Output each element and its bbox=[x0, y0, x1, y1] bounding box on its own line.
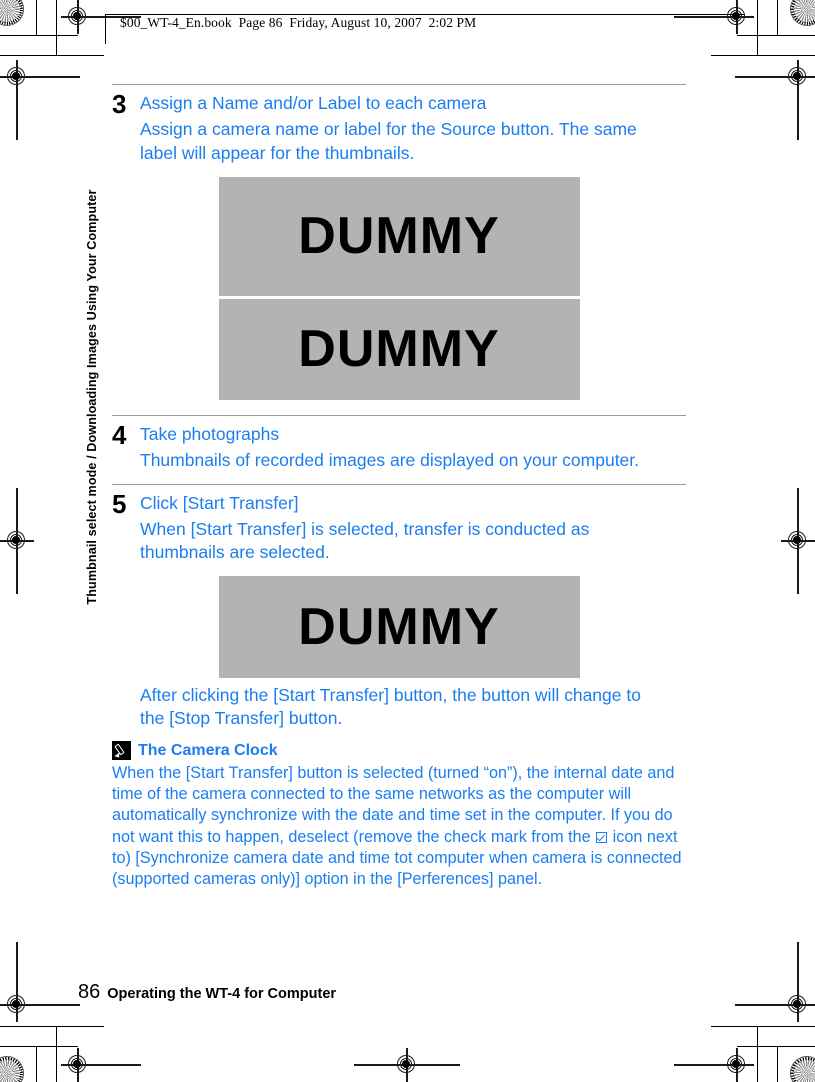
note-title: The Camera Clock bbox=[138, 741, 278, 759]
crop-mark-br-h2 bbox=[711, 1026, 815, 1028]
crop-mark-tl-v2 bbox=[56, 0, 58, 56]
registration-target-bottom-center bbox=[354, 1048, 460, 1082]
registration-target-bottom-right bbox=[674, 1048, 754, 1082]
step-4-number: 4 bbox=[112, 419, 127, 450]
reg-dot bbox=[793, 72, 801, 80]
print-header-text: $00_WT-4_En.book Page 86 Friday, August … bbox=[120, 15, 477, 30]
reg-dot bbox=[12, 72, 20, 80]
after-figure-text: After clicking the [Start Transfer] butt… bbox=[140, 684, 641, 728]
step-4: 4 Take photographs Thumbnails of recorde… bbox=[112, 421, 686, 473]
crop-mark-tr-v1 bbox=[777, 0, 779, 36]
checkbox-checked-icon bbox=[596, 831, 608, 843]
reg-dot bbox=[732, 1060, 740, 1068]
crop-mark-tl-v1 bbox=[36, 0, 38, 36]
crop-mark-bl-h2 bbox=[0, 1026, 104, 1028]
registration-rosette-top-right bbox=[790, 0, 815, 26]
reg-dot bbox=[402, 1060, 410, 1068]
registration-target-right-middle bbox=[781, 488, 815, 594]
crop-mark-bl-v2 bbox=[56, 1026, 58, 1082]
reg-dot bbox=[793, 1000, 801, 1008]
step-5-description: When [Start Transfer] is selected, trans… bbox=[140, 518, 590, 563]
figure-group-step-5: DUMMY bbox=[112, 575, 686, 678]
note-header: The Camera Clock bbox=[112, 741, 686, 761]
reg-dot bbox=[12, 536, 20, 544]
step-3-body: Assign a Name and/or Label to each camer… bbox=[140, 90, 686, 165]
footer-page-number: 86 bbox=[78, 981, 101, 1003]
crop-mark-tr-h2 bbox=[711, 55, 815, 57]
registration-rosette-bottom-right bbox=[790, 1056, 815, 1082]
registration-target-lower-right-side bbox=[735, 942, 815, 1022]
registration-target-upper-right-side bbox=[735, 60, 815, 140]
registration-rosette-bottom-left bbox=[0, 1056, 24, 1082]
page-canvas: $00_WT-4_En.book Page 86 Friday, August … bbox=[0, 0, 815, 1082]
step-4-title: Take photographs bbox=[140, 423, 280, 444]
registration-target-lower-left-side bbox=[0, 942, 80, 1022]
print-header-rule-left bbox=[105, 14, 107, 44]
registration-target-top-right bbox=[674, 0, 754, 34]
page-content: 3 Assign a Name and/or Label to each cam… bbox=[112, 84, 686, 890]
page-footer: 86 Operating the WT-4 for Computer bbox=[78, 981, 336, 1004]
figure-thumbnail-1: DUMMY bbox=[218, 176, 580, 296]
registration-target-upper-left-side bbox=[0, 60, 80, 140]
registration-target-top-left bbox=[61, 0, 141, 34]
step-3-number: 3 bbox=[112, 89, 127, 119]
registration-rosette-top-left bbox=[0, 0, 24, 26]
note-body: When the [Start Transfer] button is sele… bbox=[112, 763, 690, 890]
step-5-number: 5 bbox=[112, 488, 127, 519]
step-4-description: Thumbnails of recorded images are displa… bbox=[140, 450, 640, 471]
crop-mark-br-v1 bbox=[777, 1046, 779, 1082]
crop-mark-bl-v1 bbox=[36, 1046, 38, 1082]
figure-thumbnail-2: DUMMY bbox=[218, 298, 580, 400]
figure-thumbnail-3: DUMMY bbox=[218, 575, 580, 678]
crop-mark-tr-v2 bbox=[757, 0, 759, 56]
crop-mark-tl-h2 bbox=[0, 55, 104, 57]
reg-dot bbox=[12, 1000, 20, 1008]
reg-dot bbox=[793, 536, 801, 544]
registration-target-bottom-left bbox=[61, 1048, 141, 1082]
crop-mark-br-v2 bbox=[757, 1026, 759, 1082]
step-3-description: Assign a camera name or label for the So… bbox=[140, 119, 637, 163]
pencil-icon bbox=[112, 741, 131, 761]
divider-above-step-4 bbox=[112, 414, 686, 416]
side-tab-label: Thumbnail select mode / Downloading Imag… bbox=[85, 189, 99, 605]
step-4-body: Take photographs Thumbnails of recorded … bbox=[140, 421, 686, 473]
figure-group-step-3: DUMMY DUMMY bbox=[112, 176, 686, 400]
step-3: 3 Assign a Name and/or Label to each cam… bbox=[112, 90, 686, 165]
note-text-part-1: When the [Start Transfer] button is sele… bbox=[112, 764, 675, 846]
step-5-title: Click [Start Transfer] bbox=[140, 492, 299, 513]
step-5: 5 Click [Start Transfer] When [Start Tra… bbox=[112, 490, 686, 565]
step-5-body: Click [Start Transfer] When [Start Trans… bbox=[140, 490, 686, 565]
footer-title: Operating the WT-4 for Computer bbox=[107, 986, 337, 1002]
divider-above-step-5 bbox=[112, 483, 686, 485]
crop-mark-tr-h1 bbox=[737, 35, 815, 37]
crop-mark-tl-h1 bbox=[0, 35, 78, 37]
registration-target-left-middle bbox=[0, 488, 34, 594]
step-3-title: Assign a Name and/or Label to each camer… bbox=[140, 93, 487, 113]
rosette-burst-inner bbox=[794, 1060, 815, 1082]
reg-dot bbox=[73, 12, 81, 20]
divider-above-step-3 bbox=[112, 84, 686, 85]
reg-dot bbox=[73, 1060, 81, 1068]
